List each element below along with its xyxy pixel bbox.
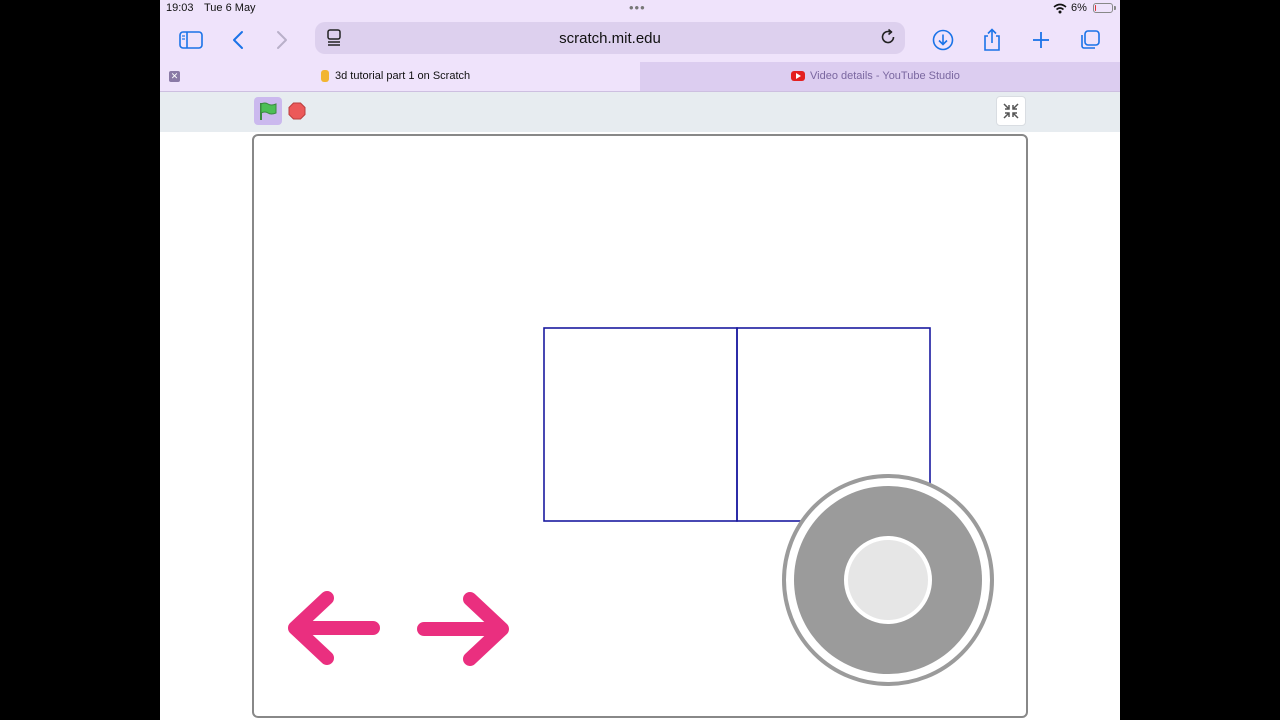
status-bar: 19:03 Tue 6 May ••• 6% [160, 0, 1120, 18]
youtube-favicon-icon [791, 71, 805, 81]
scratch-favicon-icon [321, 70, 329, 82]
joystick-knob[interactable] [844, 536, 932, 624]
sidebar-icon[interactable] [176, 25, 206, 55]
scratch-stage[interactable] [252, 134, 1028, 718]
battery-percent: 6% [1071, 2, 1087, 14]
stop-button[interactable] [287, 101, 307, 121]
exit-fullscreen-icon [1003, 103, 1019, 119]
exit-fullscreen-button[interactable] [996, 96, 1026, 126]
battery-icon [1093, 3, 1113, 13]
new-tab-icon[interactable] [1026, 25, 1056, 55]
url-text[interactable]: scratch.mit.edu [315, 30, 905, 47]
ipad-screen: 19:03 Tue 6 May ••• 6% scratch.mit.edu ✕… [160, 0, 1120, 720]
stop-icon [288, 102, 306, 120]
tab-youtube-studio[interactable]: Video details - YouTube Studio [640, 62, 1120, 91]
tabs-overview-icon[interactable] [1075, 25, 1105, 55]
scratch-player-controls [160, 92, 1120, 132]
left-arrow-button[interactable] [288, 591, 380, 665]
share-icon[interactable] [977, 25, 1007, 55]
multitasking-dots-icon[interactable]: ••• [629, 1, 646, 14]
tab-title: Video details - YouTube Studio [810, 70, 960, 82]
forward-icon[interactable] [267, 25, 297, 55]
green-flag-icon [260, 102, 277, 120]
download-icon[interactable] [928, 25, 958, 55]
status-time: 19:03 [166, 2, 194, 14]
wireframe-left-box [543, 327, 738, 522]
battery-fill [1095, 5, 1096, 11]
wifi-icon [1053, 3, 1067, 17]
close-tab-icon[interactable]: ✕ [169, 71, 180, 82]
tab-title: 3d tutorial part 1 on Scratch [335, 70, 471, 82]
reload-icon[interactable] [879, 28, 897, 51]
tab-scratch[interactable]: ✕ 3d tutorial part 1 on Scratch [160, 62, 640, 91]
address-bar[interactable]: scratch.mit.edu [315, 22, 905, 54]
tab-bar: ✕ 3d tutorial part 1 on Scratch Video de… [160, 62, 1120, 92]
green-flag-button[interactable] [254, 97, 282, 125]
right-arrow-button[interactable] [417, 592, 509, 666]
stage-canvas[interactable] [254, 136, 1026, 716]
joystick[interactable] [782, 474, 994, 686]
browser-toolbar: scratch.mit.edu [160, 18, 1120, 62]
back-icon[interactable] [223, 25, 253, 55]
battery-cap [1114, 6, 1116, 10]
status-date: Tue 6 May [204, 2, 256, 14]
